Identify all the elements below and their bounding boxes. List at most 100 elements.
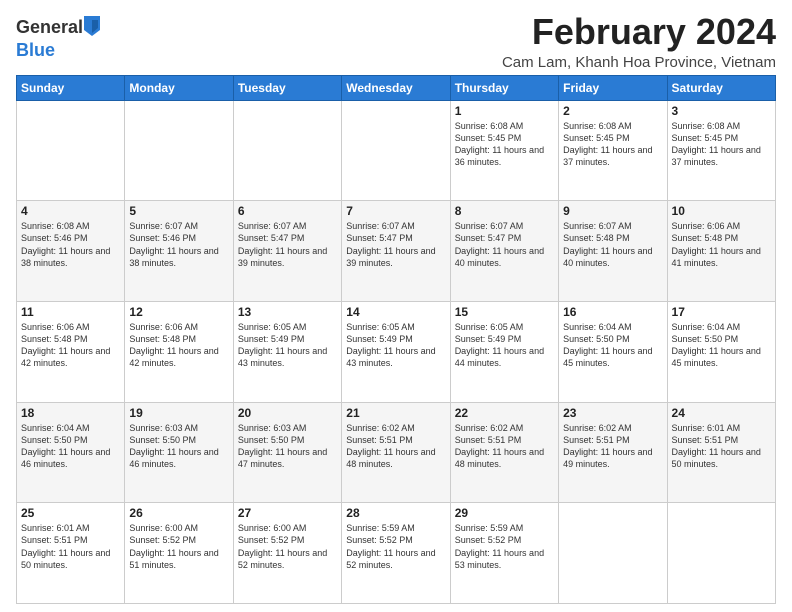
day-number: 10 [672,204,771,218]
calendar-cell: 3 Sunrise: 6:08 AM Sunset: 5:45 PM Daylig… [667,100,775,201]
calendar-cell: 7 Sunrise: 6:07 AM Sunset: 5:47 PM Daylig… [342,201,450,302]
day-number: 7 [346,204,445,218]
calendar-week-2: 4 Sunrise: 6:08 AM Sunset: 5:46 PM Daylig… [17,201,776,302]
day-info: Sunrise: 6:08 AM Sunset: 5:45 PM Dayligh… [455,120,554,169]
day-number: 18 [21,406,120,420]
day-info: Sunrise: 6:06 AM Sunset: 5:48 PM Dayligh… [129,321,228,370]
day-header-sunday: Sunday [17,75,125,100]
day-number: 3 [672,104,771,118]
day-info: Sunrise: 6:07 AM Sunset: 5:47 PM Dayligh… [455,220,554,269]
calendar-cell [342,100,450,201]
day-number: 26 [129,506,228,520]
day-number: 4 [21,204,120,218]
calendar-cell: 20Sunrise: 6:03 AM Sunset: 5:50 PM Dayli… [233,402,341,503]
calendar-cell: 10 Sunrise: 6:06 AM Sunset: 5:48 PM Dayli… [667,201,775,302]
calendar-week-5: 25 Sunrise: 6:01 AM Sunset: 5:51 PM Dayli… [17,503,776,604]
calendar-cell: 11Sunrise: 6:06 AM Sunset: 5:48 PM Dayli… [17,301,125,402]
day-number: 24 [672,406,771,420]
day-number: 17 [672,305,771,319]
calendar-cell: 19 Sunrise: 6:03 AM Sunset: 5:50 PM Dayli… [125,402,233,503]
logo-blue-text: Blue [16,40,55,60]
calendar-cell: 22 Sunrise: 6:02 AM Sunset: 5:51 PM Dayli… [450,402,558,503]
day-info: Sunrise: 5:59 AM Sunset: 5:52 PM Dayligh… [346,522,445,571]
day-info: Sunrise: 6:04 AM Sunset: 5:50 PM Dayligh… [563,321,662,370]
day-header-saturday: Saturday [667,75,775,100]
calendar-cell: 5 Sunrise: 6:07 AM Sunset: 5:46 PM Daylig… [125,201,233,302]
calendar-cell: 18 Sunrise: 6:04 AM Sunset: 5:50 PM Dayli… [17,402,125,503]
calendar-cell: 16 Sunrise: 6:04 AM Sunset: 5:50 PM Dayli… [559,301,667,402]
day-number: 12 [129,305,228,319]
day-header-wednesday: Wednesday [342,75,450,100]
calendar-cell: 25 Sunrise: 6:01 AM Sunset: 5:51 PM Dayli… [17,503,125,604]
day-info: Sunrise: 6:00 AM Sunset: 5:52 PM Dayligh… [238,522,337,571]
day-number: 27 [238,506,337,520]
day-info: Sunrise: 6:07 AM Sunset: 5:46 PM Dayligh… [129,220,228,269]
calendar-cell: 14 Sunrise: 6:05 AM Sunset: 5:49 PM Dayli… [342,301,450,402]
day-info: Sunrise: 6:06 AM Sunset: 5:48 PM Dayligh… [672,220,771,269]
calendar-cell: 24Sunrise: 6:01 AM Sunset: 5:51 PM Dayli… [667,402,775,503]
calendar-cell [559,503,667,604]
day-number: 9 [563,204,662,218]
calendar-week-3: 11Sunrise: 6:06 AM Sunset: 5:48 PM Dayli… [17,301,776,402]
title-area: February 2024 Cam Lam, Khanh Hoa Provinc… [502,12,776,71]
day-header-tuesday: Tuesday [233,75,341,100]
day-number: 21 [346,406,445,420]
day-info: Sunrise: 6:08 AM Sunset: 5:46 PM Dayligh… [21,220,120,269]
day-number: 8 [455,204,554,218]
calendar-cell: 28 Sunrise: 5:59 AM Sunset: 5:52 PM Dayli… [342,503,450,604]
calendar-cell: 21 Sunrise: 6:02 AM Sunset: 5:51 PM Dayli… [342,402,450,503]
calendar-cell: 13Sunrise: 6:05 AM Sunset: 5:49 PM Dayli… [233,301,341,402]
calendar-cell: 17Sunrise: 6:04 AM Sunset: 5:50 PM Dayli… [667,301,775,402]
calendar-cell [667,503,775,604]
day-number: 1 [455,104,554,118]
calendar-cell: 9Sunrise: 6:07 AM Sunset: 5:48 PM Daylig… [559,201,667,302]
day-info: Sunrise: 6:02 AM Sunset: 5:51 PM Dayligh… [455,422,554,471]
day-number: 23 [563,406,662,420]
day-info: Sunrise: 6:03 AM Sunset: 5:50 PM Dayligh… [238,422,337,471]
day-header-friday: Friday [559,75,667,100]
calendar-cell: 27 Sunrise: 6:00 AM Sunset: 5:52 PM Dayli… [233,503,341,604]
day-number: 2 [563,104,662,118]
calendar-week-1: 1 Sunrise: 6:08 AM Sunset: 5:45 PM Daylig… [17,100,776,201]
day-info: Sunrise: 6:08 AM Sunset: 5:45 PM Dayligh… [672,120,771,169]
day-header-monday: Monday [125,75,233,100]
day-number: 6 [238,204,337,218]
header: General Blue February 2024 Cam Lam, Khan… [16,12,776,71]
day-number: 16 [563,305,662,319]
day-info: Sunrise: 6:00 AM Sunset: 5:52 PM Dayligh… [129,522,228,571]
calendar-cell: 8 Sunrise: 6:07 AM Sunset: 5:47 PM Daylig… [450,201,558,302]
day-info: Sunrise: 6:03 AM Sunset: 5:50 PM Dayligh… [129,422,228,471]
logo-general-text: General [16,17,83,37]
day-header-thursday: Thursday [450,75,558,100]
day-number: 25 [21,506,120,520]
calendar-cell: 12 Sunrise: 6:06 AM Sunset: 5:48 PM Dayli… [125,301,233,402]
calendar-cell: 29Sunrise: 5:59 AM Sunset: 5:52 PM Dayli… [450,503,558,604]
day-number: 28 [346,506,445,520]
day-info: Sunrise: 6:05 AM Sunset: 5:49 PM Dayligh… [455,321,554,370]
day-info: Sunrise: 6:02 AM Sunset: 5:51 PM Dayligh… [346,422,445,471]
main-title: February 2024 [502,12,776,52]
day-info: Sunrise: 6:07 AM Sunset: 5:47 PM Dayligh… [238,220,337,269]
calendar-cell [233,100,341,201]
logo-icon [84,16,100,41]
day-info: Sunrise: 6:05 AM Sunset: 5:49 PM Dayligh… [346,321,445,370]
day-number: 29 [455,506,554,520]
day-info: Sunrise: 6:07 AM Sunset: 5:47 PM Dayligh… [346,220,445,269]
day-number: 19 [129,406,228,420]
day-number: 15 [455,305,554,319]
calendar-cell [125,100,233,201]
page: General Blue February 2024 Cam Lam, Khan… [0,0,792,612]
day-number: 13 [238,305,337,319]
calendar-header-row: SundayMondayTuesdayWednesdayThursdayFrid… [17,75,776,100]
day-info: Sunrise: 6:04 AM Sunset: 5:50 PM Dayligh… [21,422,120,471]
day-info: Sunrise: 6:02 AM Sunset: 5:51 PM Dayligh… [563,422,662,471]
calendar-cell [17,100,125,201]
subtitle: Cam Lam, Khanh Hoa Province, Vietnam [502,54,776,71]
calendar-cell: 15 Sunrise: 6:05 AM Sunset: 5:49 PM Dayli… [450,301,558,402]
calendar-table: SundayMondayTuesdayWednesdayThursdayFrid… [16,75,776,604]
day-info: Sunrise: 6:01 AM Sunset: 5:51 PM Dayligh… [21,522,120,571]
day-number: 14 [346,305,445,319]
day-number: 22 [455,406,554,420]
day-number: 5 [129,204,228,218]
calendar-cell: 6 Sunrise: 6:07 AM Sunset: 5:47 PM Daylig… [233,201,341,302]
